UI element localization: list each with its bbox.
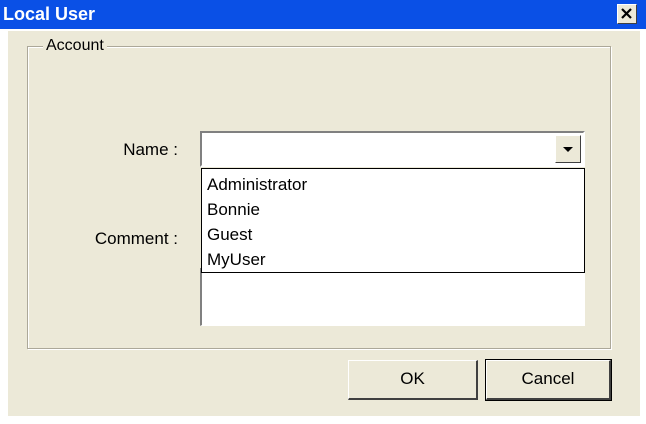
chevron-down-icon [563, 147, 573, 152]
name-combobox[interactable] [200, 131, 585, 167]
list-item[interactable]: Bonnie [207, 198, 260, 222]
ok-button[interactable]: OK [348, 360, 478, 400]
list-item[interactable]: Guest [207, 223, 252, 247]
comment-label: Comment : [94, 229, 178, 248]
name-dropdown-button[interactable] [555, 135, 581, 163]
local-user-dialog: Local User Account Name : Comment : Admi… [0, 0, 646, 424]
close-button[interactable] [617, 4, 637, 24]
list-item[interactable]: Administrator [207, 173, 307, 197]
title-bar[interactable]: Local User [0, 0, 646, 29]
cancel-button[interactable]: Cancel [485, 359, 612, 401]
name-dropdown-list[interactable]: Administrator Bonnie Guest MyUser [201, 168, 585, 273]
list-item[interactable]: MyUser [207, 248, 266, 272]
comment-field[interactable] [200, 268, 585, 326]
close-icon [621, 8, 632, 19]
name-label: Name : [123, 140, 178, 159]
window-title: Local User [3, 4, 96, 24]
account-group-label: Account [43, 36, 107, 56]
